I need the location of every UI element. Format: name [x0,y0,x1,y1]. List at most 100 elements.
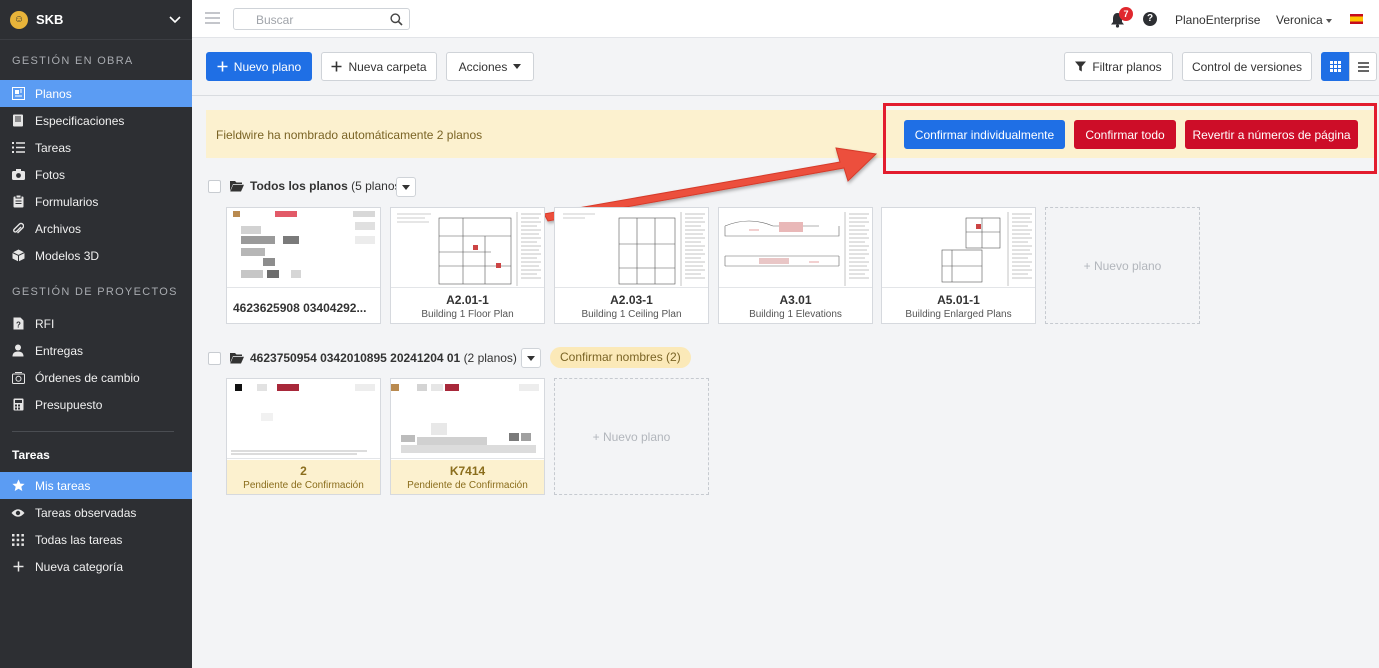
new-folder-button[interactable]: Nueva carpeta [321,52,437,81]
notifications-badge: 7 [1119,7,1133,21]
plan-status: Pendiente de Confirmación [407,480,528,491]
plan-card[interactable]: A3.01 Building 1 Elevations [718,207,873,324]
sidebar-item-label: Todas las tareas [35,532,123,547]
book-icon [11,114,25,128]
plan-card[interactable]: A2.03-1 Building 1 Ceiling Plan [554,207,709,324]
filter-icon [1075,61,1087,72]
sidebar-item-archivos[interactable]: Archivos [0,215,192,242]
sidebar-item-modelos-3d[interactable]: Modelos 3D [0,242,192,269]
sidebar-item-entregas[interactable]: Entregas [0,337,192,364]
sidebar-item-label: Planos [35,86,72,101]
annotation-highlight-box [883,103,1377,174]
sidebar-item-rfi[interactable]: ? RFI [0,310,192,337]
plan-description: Building 1 Ceiling Plan [581,309,682,320]
plan-name: A5.01-1 [937,293,980,307]
actions-dropdown[interactable]: Acciones [446,52,534,81]
new-plan-card[interactable]: + Nuevo plano [1045,207,1200,324]
folder-open-icon [230,353,244,364]
toolbar-divider [192,95,1379,96]
list-icon [11,141,25,155]
plan-description: Building Enlarged Plans [905,309,1012,320]
plan-name: A2.03-1 [610,293,653,307]
plan-card[interactable]: A2.01-1 Building 1 Floor Plan [390,207,545,324]
sidebar-item-label: Mis tareas [35,478,91,493]
sidebar-item-tareas[interactable]: Tareas [0,134,192,161]
search-icon[interactable] [390,13,403,26]
clipboard-icon [11,195,25,209]
sidebar-item-label: Órdenes de cambio [35,370,140,385]
project-selector[interactable]: ☺ SKB [0,0,192,40]
version-control-button[interactable]: Control de versiones [1182,52,1312,81]
list-view-toggle[interactable] [1349,52,1377,81]
sidebar-item-todas-las-tareas[interactable]: Todas las tareas [0,526,192,553]
banner-message: Fieldwire ha nombrado automáticamente 2 … [216,128,483,142]
sidebar-item-label: Formularios [35,194,99,209]
sidebar: ☺ SKB GESTIÓN EN OBRA Planos Especificac… [0,0,192,668]
plan-status: Pendiente de Confirmación [243,480,364,491]
confirm-names-button[interactable]: Confirmar nombres (2) [550,347,691,368]
plan-description: Building 1 Elevations [749,309,842,320]
plus-icon [331,61,342,72]
group-select-checkbox[interactable] [208,351,221,365]
plan-thumbnail [227,379,380,459]
blueprint-icon [11,87,25,101]
plan-thumbnail [882,208,1035,288]
plan-name: 2 [300,464,307,478]
grid-dots-icon [11,533,25,547]
sidebar-item-mis-tareas[interactable]: Mis tareas [0,472,192,499]
group-select-checkbox[interactable] [208,179,221,193]
version-control-label: Control de versiones [1191,59,1303,74]
caret-down-icon [402,184,410,190]
sidebar-item-label: Tareas [35,140,72,155]
filter-label: Filtrar planos [1092,59,1162,74]
organization-name[interactable]: PlanoEnterprise [1175,13,1260,27]
caret-down-icon [513,64,522,69]
group-count: (2 planos) [463,351,517,365]
new-plan-card[interactable]: + Nuevo plano [554,378,709,495]
caret-down-icon [527,355,535,361]
filter-plans-button[interactable]: Filtrar planos [1064,52,1173,81]
chevron-down-icon [169,15,181,23]
sidebar-item-presupuesto[interactable]: Presupuesto [0,391,192,418]
document-question-icon: ? [11,317,25,331]
user-menu[interactable]: Veronica [1276,13,1323,27]
caret-down-icon [1326,19,1332,23]
sidebar-item-label: Especificaciones [35,113,125,128]
plan-thumbnail [227,208,380,288]
new-plan-label: Nuevo plano [233,59,302,74]
spain-flag-icon[interactable] [1350,14,1363,24]
sidebar-item-formularios[interactable]: Formularios [0,188,192,215]
help-icon[interactable]: ? [1143,12,1157,26]
person-icon [11,344,25,358]
camera-icon [11,168,25,182]
group-header-all-plans: Todos los planos (5 planos) [208,179,405,193]
group-dropdown-button[interactable] [396,177,416,197]
group-dropdown-button[interactable] [521,348,541,368]
actions-label: Acciones [458,59,508,74]
sidebar-item-label: Tareas observadas [35,505,137,520]
search-input[interactable]: Buscar [233,8,410,30]
search-placeholder: Buscar [256,13,294,27]
menu-icon[interactable] [205,12,220,24]
group-name: 4623750954 0342010895 20241204 01 [250,351,461,365]
sidebar-item-label: Nueva categoría [35,559,124,574]
sidebar-item-ordenes-de-cambio[interactable]: Órdenes de cambio [0,364,192,391]
plan-name: K7414 [449,464,486,478]
sidebar-item-planos[interactable]: Planos [0,80,192,107]
sidebar-item-especificaciones[interactable]: Especificaciones [0,107,192,134]
plan-card[interactable]: 4623625908 03404292... [226,207,381,324]
plan-name: 4623625908 03404292... [233,301,367,315]
sidebar-item-label: Fotos [35,167,66,182]
plan-card[interactable]: K7414 Pendiente de Confirmación [390,378,545,495]
svg-text:?: ? [16,321,21,330]
grid-view-toggle[interactable] [1321,52,1349,81]
sidebar-item-label: Entregas [35,343,84,358]
plan-card[interactable]: A5.01-1 Building Enlarged Plans [881,207,1036,324]
sidebar-item-nueva-categoria[interactable]: Nueva categoría [0,553,192,580]
new-plan-button[interactable]: Nuevo plano [206,52,312,81]
sidebar-item-tareas-observadas[interactable]: Tareas observadas [0,499,192,526]
sidebar-item-fotos[interactable]: Fotos [0,161,192,188]
floor-plan-drawing-icon [397,212,541,286]
section-title-tareas: Tareas [12,448,50,462]
plan-card[interactable]: 2 Pendiente de Confirmación [226,378,381,495]
